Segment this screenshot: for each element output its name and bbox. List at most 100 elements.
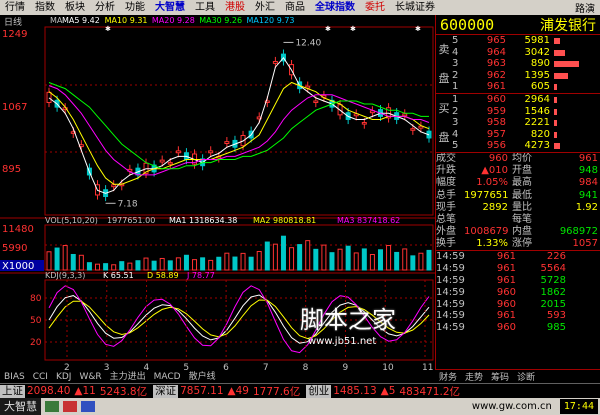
quote-panel: 600000 浦发银行 卖 盘 5 965 5981 4 964 3042 3 963 890 2… <box>435 15 600 383</box>
volume-bar <box>289 247 295 271</box>
volume-bar <box>224 252 230 271</box>
volume-bar <box>111 264 117 271</box>
order-bar-fill <box>554 96 557 103</box>
event-marker-icon[interactable]: ✱ <box>350 25 356 33</box>
volume-axis-label: 11480 <box>2 224 34 235</box>
index-quote[interactable]: 创业 1485.13 ▲5 483471.2亿 <box>306 384 462 398</box>
indicator-tab[interactable]: 散户线 <box>185 371 220 383</box>
stat-value: 968972 <box>559 226 598 238</box>
indicator-tab[interactable]: KDJ <box>52 371 76 383</box>
connection-icon <box>45 401 59 412</box>
order-row: 3 963 890 <box>436 58 600 70</box>
indicator-tab[interactable]: 主力进出 <box>106 371 150 383</box>
indicator-tab[interactable]: W&R <box>75 371 105 383</box>
order-volume: 890 <box>530 58 550 70</box>
tick-price: 961 <box>496 263 516 275</box>
menu-item[interactable]: 全球指数 <box>310 0 360 15</box>
tick-time: 14:59 <box>436 251 465 263</box>
menu-item[interactable]: 外汇 <box>250 0 280 15</box>
alert-icon[interactable] <box>63 401 77 412</box>
tick-time: 14:59 <box>436 310 465 322</box>
panel-tab[interactable]: 筹码 <box>487 370 513 383</box>
stat-label: 涨停 <box>512 238 532 250</box>
menu-item[interactable]: 商品 <box>280 0 310 15</box>
stat-value <box>540 214 600 226</box>
volume-bar <box>86 262 92 271</box>
kdj-header-value: KDJ(9,3,3) <box>45 271 85 280</box>
menu-item[interactable]: 港股 <box>220 0 250 15</box>
menu-item[interactable]: 委托 <box>360 0 390 15</box>
price-axis-label: 895 <box>2 164 21 175</box>
candle-body <box>224 141 230 144</box>
ma-value: MA20 9.28 <box>152 16 195 25</box>
menu-item[interactable]: 行情 <box>0 0 30 15</box>
panel-tab[interactable]: 财务 <box>435 370 461 383</box>
volume-bar <box>256 251 262 271</box>
menu-item[interactable]: 工具 <box>190 0 220 15</box>
roadshow-button[interactable]: 路演 <box>570 0 600 15</box>
stat-label: 外盘 <box>436 226 456 238</box>
index-quote[interactable]: 上证 2098.40 ▲11 5243.8亿 <box>0 384 149 398</box>
stat-label: 升跌 <box>436 165 456 177</box>
tick-time: 14:59 <box>436 263 465 275</box>
stat-label: 每笔 <box>512 213 532 225</box>
candle-body <box>361 122 367 125</box>
event-marker-icon[interactable]: ✱ <box>325 25 331 33</box>
menu-item[interactable]: 分析 <box>90 0 120 15</box>
indicator-tab[interactable]: BIAS <box>0 371 29 383</box>
website-url[interactable]: www.gw.com.cn <box>472 401 552 412</box>
order-row: 2 962 1395 <box>436 70 600 82</box>
panel-tab[interactable]: 走势 <box>461 370 487 383</box>
index-quote[interactable]: 深证 7857.11 ▲49 1777.6亿 <box>153 384 302 398</box>
kline-chart-area[interactable]: 日线 MA MA5 9.42 MA10 9.31 MA20 9.28 MA30 9.26 M… <box>0 15 435 377</box>
menu-item[interactable]: 功能 <box>120 0 150 15</box>
order-level: 2 <box>452 105 459 117</box>
event-marker-icon[interactable]: ✱ <box>415 25 421 33</box>
menu-bar: 行情 指数 板块 分析 功能 大智慧 工具 港股 外汇 商品 全球指数 委托 长城证券 路演 <box>0 0 600 15</box>
volume-bar <box>394 251 400 271</box>
order-price: 956 <box>486 140 506 152</box>
sell-orders: 卖 盘 5 965 5981 4 964 3042 3 963 890 2 962 1395 1 961 6… <box>436 35 600 94</box>
volume-bar <box>46 251 52 271</box>
stat-label: 内盘 <box>512 226 532 238</box>
stat-value: 948 <box>578 165 598 177</box>
tick-row: 14:59 961 5728 <box>436 275 600 287</box>
indicator-tab[interactable]: MACD <box>150 371 185 383</box>
stat-label: 现手 <box>436 201 456 213</box>
order-level: 1 <box>452 81 459 93</box>
news-icon[interactable] <box>81 401 95 412</box>
stat-value: ▲010 <box>481 165 508 177</box>
volume-header-value: 1977651.00 <box>107 216 155 225</box>
menu-item[interactable]: 长城证券 <box>390 0 440 15</box>
order-bar <box>550 47 600 59</box>
kline-chart-svg[interactable]: 日线 MA MA5 9.42 MA10 9.31 MA20 9.28 MA30 9.26 M… <box>0 15 435 377</box>
order-row: 1 961 605 <box>436 81 600 93</box>
menu-item[interactable]: 板块 <box>60 0 90 15</box>
period-label[interactable]: 日线 <box>4 16 22 28</box>
ma-line <box>48 81 430 185</box>
stat-label: 总手 <box>436 189 456 201</box>
order-volume: 3042 <box>524 46 550 58</box>
tick-price: 960 <box>496 322 516 334</box>
menu-item[interactable]: 指数 <box>30 0 60 15</box>
index-name: 创业 <box>306 384 332 398</box>
volume-bar <box>361 248 367 271</box>
order-volume: 4273 <box>524 140 550 152</box>
price-axis-label: 1249 <box>2 29 27 40</box>
candle-body <box>159 159 165 163</box>
stat-label: 换手 <box>436 238 456 250</box>
stock-header: 600000 浦发银行 <box>436 15 600 35</box>
order-bar-fill <box>554 108 557 115</box>
event-marker-icon[interactable]: ✱ <box>105 25 111 33</box>
volume-bar <box>313 248 319 271</box>
menu-item[interactable]: 大智慧 <box>150 0 190 15</box>
tick-volume: 226 <box>546 251 566 263</box>
index-amount: 1777.6亿 <box>252 385 301 398</box>
panel-tab[interactable]: 诊断 <box>513 370 539 383</box>
volume-bar <box>264 241 270 271</box>
volume-bar <box>297 244 303 271</box>
indicator-tab[interactable]: CCI <box>29 371 52 383</box>
tick-volume: 2015 <box>540 298 566 310</box>
index-amount: 5243.8亿 <box>99 385 148 398</box>
tick-volume: 1862 <box>540 286 566 298</box>
